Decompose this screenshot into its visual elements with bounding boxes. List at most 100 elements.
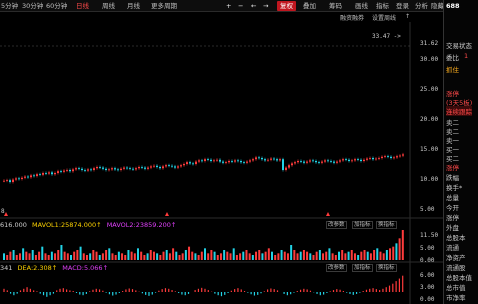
vol-modify-params-button[interactable]: 改参数 <box>326 221 347 229</box>
candle-body <box>99 167 101 168</box>
volume-bar <box>232 248 235 260</box>
macd-bar <box>201 287 203 292</box>
volume-bar <box>216 255 219 260</box>
volume-bar <box>152 251 155 260</box>
macd-bar <box>362 291 364 292</box>
candle-body <box>111 168 113 170</box>
kline-chart-panel[interactable]: 33.47 -> 8 616.000 MAVOL1:25874.000↑ MAV… <box>0 22 443 304</box>
mavol2-label: MAVOL2:23859.200↑ <box>106 221 177 229</box>
volume-bar <box>286 253 289 260</box>
candle-body <box>27 176 29 178</box>
volume-bar <box>360 251 363 260</box>
period-weekly[interactable]: 周线 <box>102 1 115 11</box>
candle-body <box>273 158 275 160</box>
candle-body <box>48 172 50 174</box>
candle-body <box>243 162 245 163</box>
volume-bar <box>6 255 9 260</box>
volume-bar <box>140 251 143 260</box>
volume-bar <box>315 251 318 260</box>
candle-body <box>216 159 218 161</box>
period-60min[interactable]: 60分钟 <box>46 1 67 11</box>
candle-body <box>294 162 296 164</box>
plus-icon[interactable]: + <box>226 1 231 11</box>
macd-bar <box>303 288 305 292</box>
volume-bar <box>271 251 273 260</box>
volume-bar <box>188 246 191 260</box>
volume-bar <box>318 250 321 260</box>
volume-bar <box>213 251 216 260</box>
candle-body <box>123 167 125 169</box>
weekly-settings-link[interactable]: 设置周线 <box>372 13 396 22</box>
candle-body <box>138 167 140 169</box>
candle-body <box>213 160 215 162</box>
candle-body <box>147 167 149 169</box>
draw-button[interactable]: 画线 <box>355 1 368 11</box>
volume-bar <box>350 250 353 260</box>
candle-body <box>186 162 188 164</box>
candle-body <box>240 161 242 163</box>
volume-bar <box>34 255 37 260</box>
candle-body <box>129 168 131 169</box>
minus-icon[interactable]: − <box>238 1 243 11</box>
period-30min[interactable]: 30分钟 <box>22 1 43 11</box>
right-arrow-icon[interactable]: → <box>263 1 268 11</box>
candle-body <box>45 173 47 174</box>
candle-body <box>282 159 284 170</box>
dea-label: DEA:2.308↑ <box>17 264 58 272</box>
fuquan-button[interactable]: 复权 <box>277 1 296 11</box>
track-button[interactable]: 连续跟踪 <box>446 106 472 116</box>
macd-add-indicator-button[interactable]: 加指标 <box>352 264 373 272</box>
vol-swap-indicator-button[interactable]: 换指标 <box>376 221 397 229</box>
volume-bar <box>401 230 404 260</box>
macd-bar <box>66 289 68 292</box>
macd-bar <box>398 278 401 292</box>
macd-tick-3: 0.00 <box>420 296 435 303</box>
volume-bar <box>207 253 210 260</box>
volume-bar <box>299 251 302 260</box>
indicator-button[interactable]: 指标 <box>376 1 389 11</box>
chip-button[interactable]: 筹码 <box>329 1 342 11</box>
period-more[interactable]: 更多周期 <box>151 1 177 11</box>
macd-bar <box>161 289 163 292</box>
candle-body <box>12 179 14 182</box>
macd-bar <box>181 292 183 295</box>
candle-body <box>204 159 206 161</box>
candle-body <box>393 157 395 159</box>
volume-bar <box>363 250 366 260</box>
candle-body <box>291 163 293 166</box>
period-daily[interactable]: 日线 <box>76 1 89 11</box>
kline-chart-svg[interactable] <box>0 22 443 304</box>
total-shares-label: 总股本 <box>446 234 466 242</box>
macd-bar <box>346 292 348 293</box>
volume-bar <box>309 253 312 260</box>
volume-bar <box>204 248 206 260</box>
macd-bar <box>69 290 71 292</box>
margin-trading-link[interactable]: 融资融券 <box>340 13 364 22</box>
macd-bar <box>33 290 35 292</box>
macd-modify-params-button[interactable]: 改参数 <box>326 264 347 272</box>
candle-body <box>57 171 59 173</box>
macd-bar <box>6 290 8 292</box>
period-monthly[interactable]: 月线 <box>127 1 140 11</box>
left-arrow-icon[interactable]: ← <box>251 1 256 11</box>
macd-bar <box>115 292 117 295</box>
volume-bar <box>226 251 229 260</box>
candle-body <box>114 168 116 170</box>
volume-bar <box>89 253 92 260</box>
overlay-button[interactable]: 叠加 <box>303 1 316 11</box>
collapse-arrow-icon[interactable]: ↑ <box>405 13 410 20</box>
candle-body <box>300 161 302 162</box>
period-5min[interactable]: 5分钟 <box>1 1 18 11</box>
login-button[interactable]: 登录 <box>396 1 409 11</box>
candle-body <box>384 156 386 157</box>
macd-bar <box>39 292 41 294</box>
analysis-button[interactable]: 分析 <box>415 1 428 11</box>
macd-bar <box>309 290 312 292</box>
macd-swap-indicator-button[interactable]: 换指标 <box>376 264 397 272</box>
volume-bar <box>156 253 159 260</box>
macd-bar <box>267 289 269 292</box>
candle-body <box>72 169 74 172</box>
vol-add-indicator-button[interactable]: 加指标 <box>352 221 373 229</box>
volume-bar <box>191 251 194 260</box>
candle-body <box>402 154 404 156</box>
